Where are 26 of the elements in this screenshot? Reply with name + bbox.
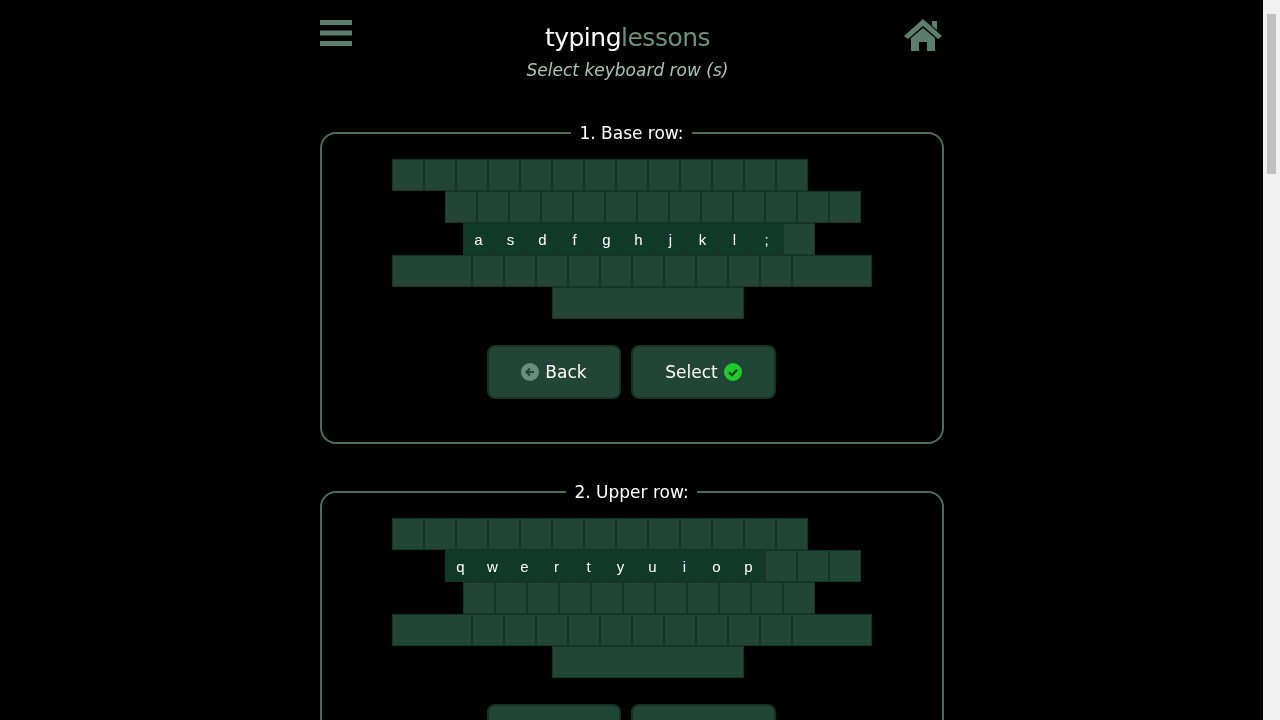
keyboard-key: t [572, 550, 605, 582]
keyboard-key: y [604, 550, 637, 582]
keyboard-key: r [540, 550, 573, 582]
keyboard-key: h [622, 223, 655, 255]
keyboard-key: p [732, 550, 765, 582]
keyboard-key: u [636, 550, 669, 582]
keyboard-key: o [700, 550, 733, 582]
keyboard-key: f [558, 223, 591, 255]
keyboard-key: i [668, 550, 701, 582]
keyboard-key: k [686, 223, 719, 255]
keyboard-key: j [654, 223, 687, 255]
keyboard-key: e [508, 550, 541, 582]
keyboard-key: d [526, 223, 559, 255]
keyboard-key: w [476, 550, 509, 582]
keyboard-key: s [494, 223, 527, 255]
section-title: 1. Base row: [578, 123, 685, 143]
keyboard-key: a [462, 223, 495, 255]
logo-title: typinglessons [544, 24, 711, 52]
subtitle: Select keyboard row (s) [526, 60, 729, 80]
section-title: 2. Upper row: [573, 482, 690, 502]
back-button[interactable]: Back [487, 345, 621, 399]
keyboard-key: ; [750, 223, 783, 255]
keyboard-key: l [718, 223, 751, 255]
keyboard-key: g [590, 223, 623, 255]
select-button[interactable]: Select [631, 345, 776, 399]
keyboard-key: q [444, 550, 477, 582]
